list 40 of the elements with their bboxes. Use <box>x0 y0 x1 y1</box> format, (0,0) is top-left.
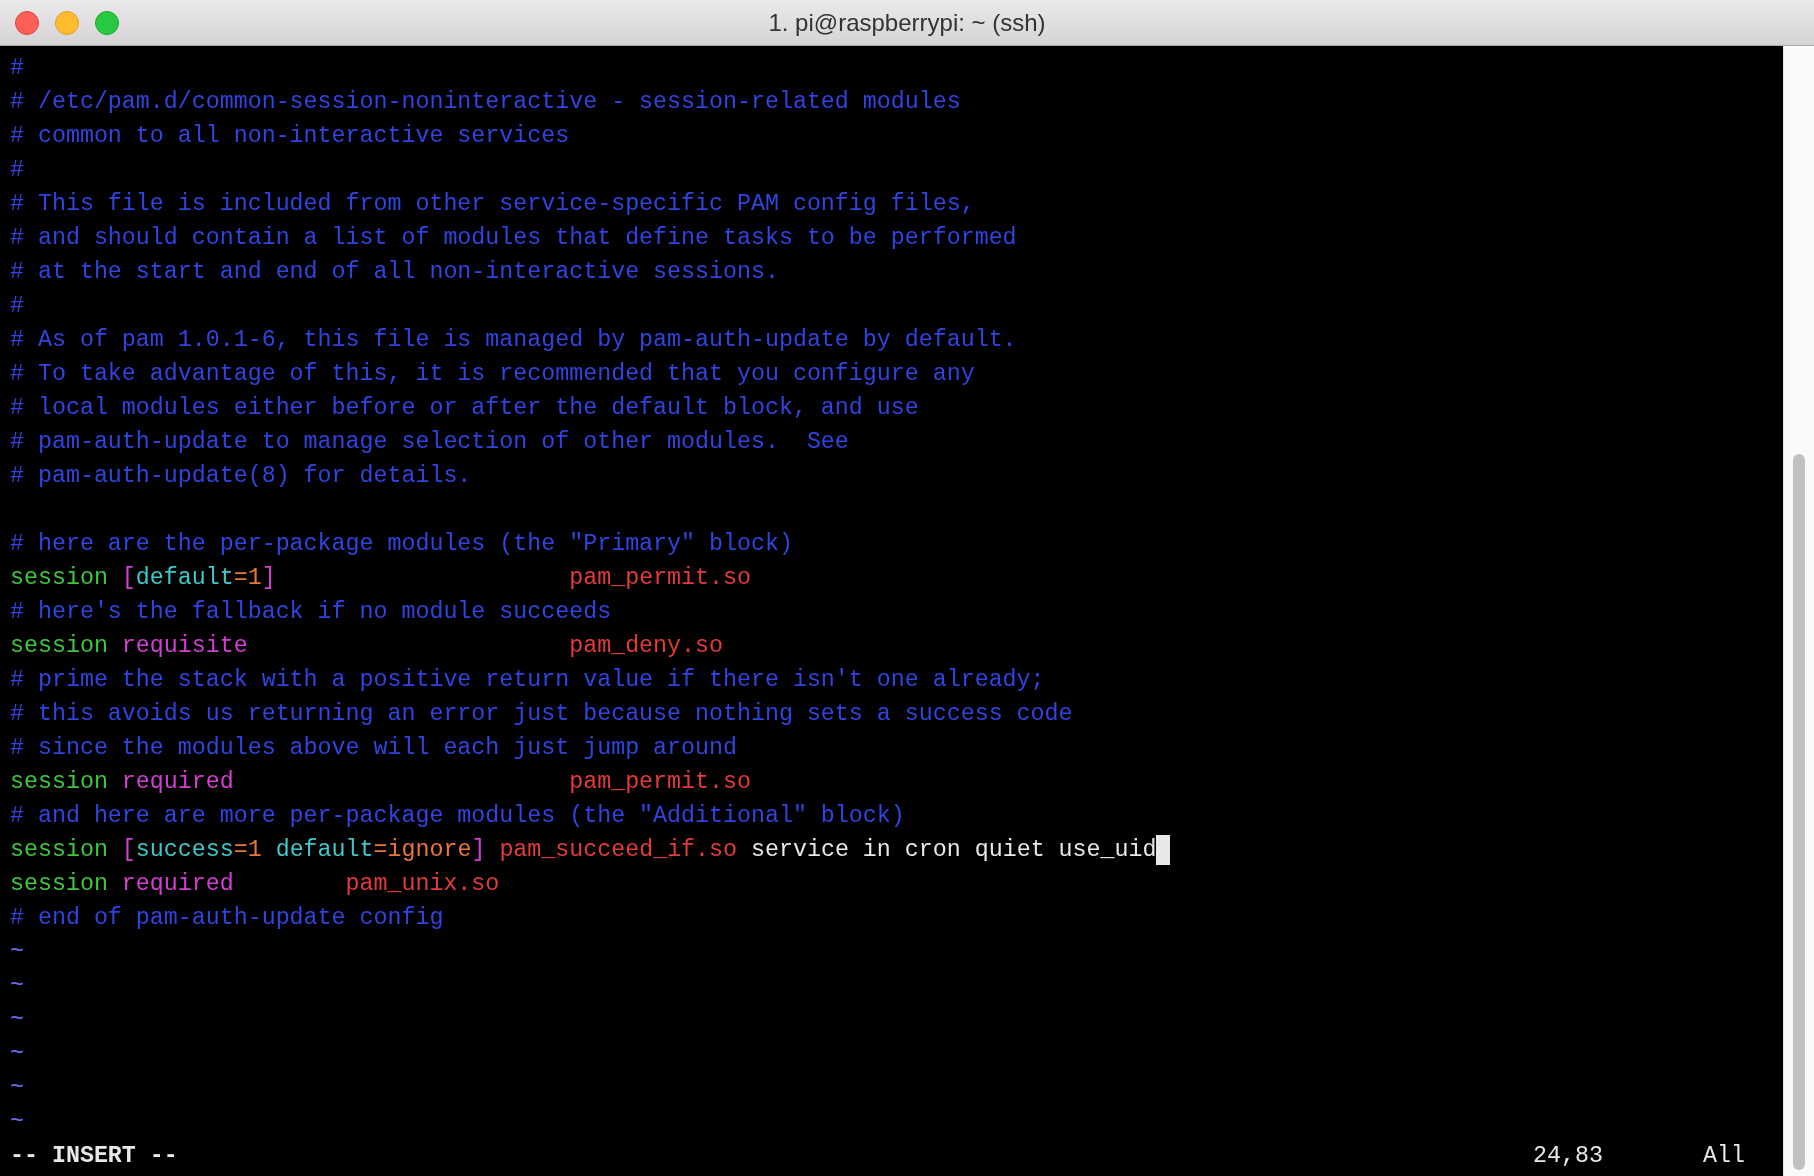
minimize-button[interactable] <box>55 10 79 35</box>
cursor-position: 24,83 <box>1533 1142 1604 1171</box>
comment-line: # To take advantage of this, it is recommended that you configure any <box>10 360 975 389</box>
empty-line-marker: ~ <box>10 1108 24 1137</box>
empty-line-marker: ~ <box>10 1074 24 1103</box>
comment-line: # local modules either before or after the default block, and use <box>10 394 919 423</box>
empty-line-marker: ~ <box>10 1006 24 1035</box>
code-line: session requisite pam_deny.so <box>10 632 723 661</box>
empty-line-marker: ~ <box>10 938 24 967</box>
comment-line: # This file is included from other service-specific PAM config files, <box>10 190 975 219</box>
scrollbar[interactable] <box>1783 46 1814 1176</box>
comment-line: # and should contain a list of modules that define tasks to be performed <box>10 224 1017 253</box>
comment-line: # <box>10 54 24 83</box>
code-line: session [success=1 default=ignore] pam_succeed_if.so service in cron quiet use_uid <box>10 836 1157 865</box>
code-line: session required pam_unix.so <box>10 870 500 899</box>
close-button[interactable] <box>15 10 39 35</box>
comment-line: # As of pam 1.0.1-6, this file is managed by pam-auth-update by default. <box>10 326 1017 355</box>
code-line: session required pam_permit.so <box>10 768 751 797</box>
comment-line: # pam-auth-update to manage selection of other modules. See <box>10 428 849 457</box>
empty-line-marker: ~ <box>10 972 24 1001</box>
code-line: session [default=1] pam_permit.so <box>10 564 751 593</box>
comment-line: # pam-auth-update(8) for details. <box>10 462 472 491</box>
comment-line: # <box>10 292 24 321</box>
mode-indicator: -- INSERT -- <box>10 1142 178 1171</box>
scrollbar-thumb[interactable] <box>1793 454 1805 1170</box>
zoom-button[interactable] <box>95 10 119 35</box>
comment-line: # this avoids us returning an error just because nothing sets a success code <box>10 700 1073 729</box>
comment-line: # <box>10 156 24 185</box>
comment-line: # prime the stack with a positive return value if there isn't one already; <box>10 666 1045 695</box>
comment-line: # here are the per-package modules (the "Primary" block) <box>10 530 793 559</box>
window-title: 1. pi@raspberrypi: ~ (ssh) <box>768 8 1046 36</box>
scroll-position: All <box>1703 1142 1746 1171</box>
comment-line: # here's the fallback if no module succeeds <box>10 598 612 627</box>
comment-line: # at the start and end of all non-interactive sessions. <box>10 258 779 287</box>
comment-line: # common to all non-interactive services <box>10 122 570 151</box>
comment-line: # since the modules above will each just jump around <box>10 734 737 763</box>
comment-line: # /etc/pam.d/common-session-noninteractive - session-related modules <box>10 88 961 117</box>
comment-line: # and here are more per-package modules (the "Additional" block) <box>10 802 905 831</box>
empty-line-marker: ~ <box>10 1040 24 1069</box>
comment-line: # end of pam-auth-update config <box>10 904 444 933</box>
